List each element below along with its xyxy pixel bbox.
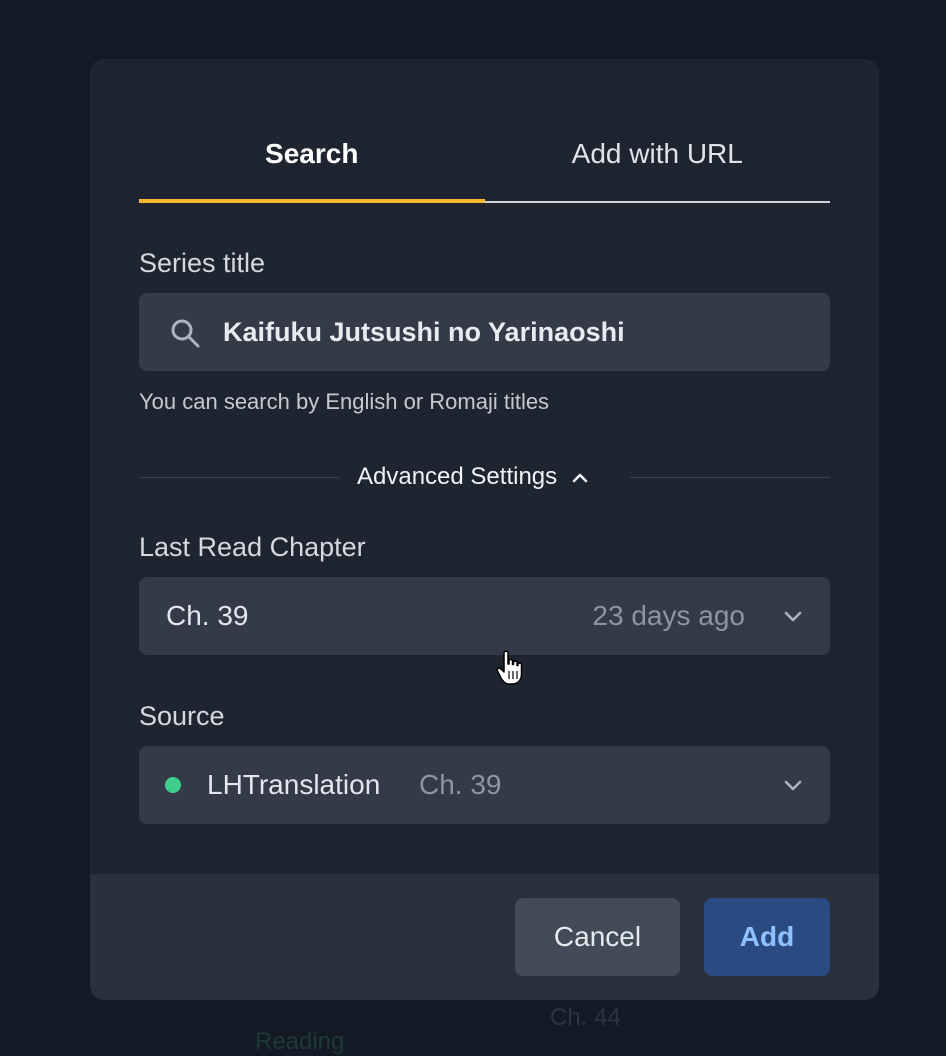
divider-line-left (139, 477, 339, 478)
last-read-chapter-date: 23 days ago (592, 600, 745, 631)
hand-cursor-icon (496, 650, 523, 685)
source-label: Source (139, 701, 225, 731)
source-chapter: Ch. 39 (419, 769, 502, 800)
background-status-text: Reading (255, 1028, 345, 1055)
cancel-button[interactable]: Cancel (515, 898, 680, 976)
chevron-down-icon (784, 611, 802, 622)
source-select[interactable]: LHTranslation Ch. 39 (139, 746, 830, 824)
last-read-chapter-value: Ch. 39 (166, 600, 249, 631)
add-button[interactable]: Add (704, 898, 830, 976)
advanced-settings-label: Advanced Settings (357, 463, 558, 490)
last-read-chapter-label: Last Read Chapter (139, 532, 366, 562)
modal-footer: Cancel Add (90, 874, 879, 1000)
divider-line-right (630, 477, 830, 478)
source-name: LHTranslation (207, 769, 381, 800)
advanced-settings-toggle[interactable]: Advanced Settings (357, 459, 590, 495)
advanced-settings-divider: Advanced Settings (139, 459, 830, 495)
search-icon (171, 319, 200, 348)
tab-bar: Search Add with URL (139, 119, 830, 203)
source-status-dot (165, 777, 181, 793)
series-title-label: Series title (139, 248, 266, 278)
series-search-value: Kaifuku Jutsushi no Yarinaoshi (223, 317, 625, 347)
search-hint: You can search by English or Romaji titl… (139, 389, 550, 414)
background-chapter-text: Ch. 44 (550, 1004, 621, 1031)
series-search-input[interactable]: Kaifuku Jutsushi no Yarinaoshi (139, 293, 830, 371)
tab-search[interactable]: Search (139, 119, 485, 203)
chevron-up-icon (572, 473, 588, 482)
last-read-chapter-select[interactable]: Ch. 39 23 days ago (139, 577, 830, 655)
tab-add-with-url[interactable]: Add with URL (484, 119, 831, 203)
chevron-down-icon (784, 780, 802, 791)
add-series-modal: Search Add with URL Series title Kaifuku… (90, 59, 879, 1000)
